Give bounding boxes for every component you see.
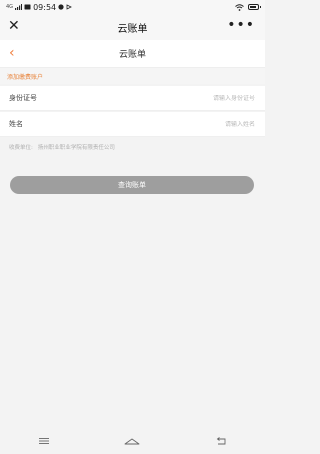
battery-icon	[248, 4, 261, 10]
home-nav-button[interactable]	[112, 428, 152, 454]
notification-icon	[58, 4, 64, 10]
page-header: ‹ 云账单	[0, 40, 265, 68]
section-label: 添加缴费账户	[0, 68, 265, 84]
name-label: 姓名	[9, 120, 23, 128]
cast-icon	[66, 4, 73, 10]
name-row[interactable]: 姓名	[0, 112, 265, 137]
payee-row: 收费单位: 扬州职业职业学院有限责任公司	[0, 138, 265, 156]
signal-icon	[15, 4, 23, 10]
status-right	[235, 3, 261, 11]
close-icon[interactable]: ✕	[8, 18, 20, 34]
page-title: 云账单	[118, 50, 146, 60]
back-nav-button[interactable]	[201, 428, 241, 454]
back-icon	[216, 436, 226, 444]
home-icon	[125, 438, 140, 444]
menu-icon	[39, 438, 50, 444]
more-icon[interactable]: •••	[227, 17, 255, 33]
id-number-input[interactable]	[135, 94, 255, 102]
menu-nav-button[interactable]	[24, 428, 64, 454]
wifi-icon	[235, 3, 244, 11]
system-nav-bar	[0, 428, 265, 454]
status-left: 4G 09:54	[6, 2, 73, 12]
status-time: 09:54	[33, 2, 57, 12]
payee-label: 收费单位:	[9, 145, 33, 151]
query-bill-button[interactable]: 查询账单	[10, 176, 254, 194]
payee-value: 扬州职业职业学院有限责任公司	[37, 145, 115, 151]
status-bar: 4G 09:54	[0, 0, 265, 14]
wechat-title: 云账单	[117, 23, 148, 35]
name-input[interactable]	[135, 120, 255, 128]
signal-label: 4G	[6, 4, 14, 10]
id-number-row[interactable]: 身份证号	[0, 86, 265, 111]
wechat-title-bar: ✕ 云账单 •••	[0, 14, 265, 40]
id-number-label: 身份证号	[9, 94, 37, 102]
chevron-left-icon[interactable]: ‹	[9, 45, 15, 61]
message-icon	[24, 4, 31, 10]
